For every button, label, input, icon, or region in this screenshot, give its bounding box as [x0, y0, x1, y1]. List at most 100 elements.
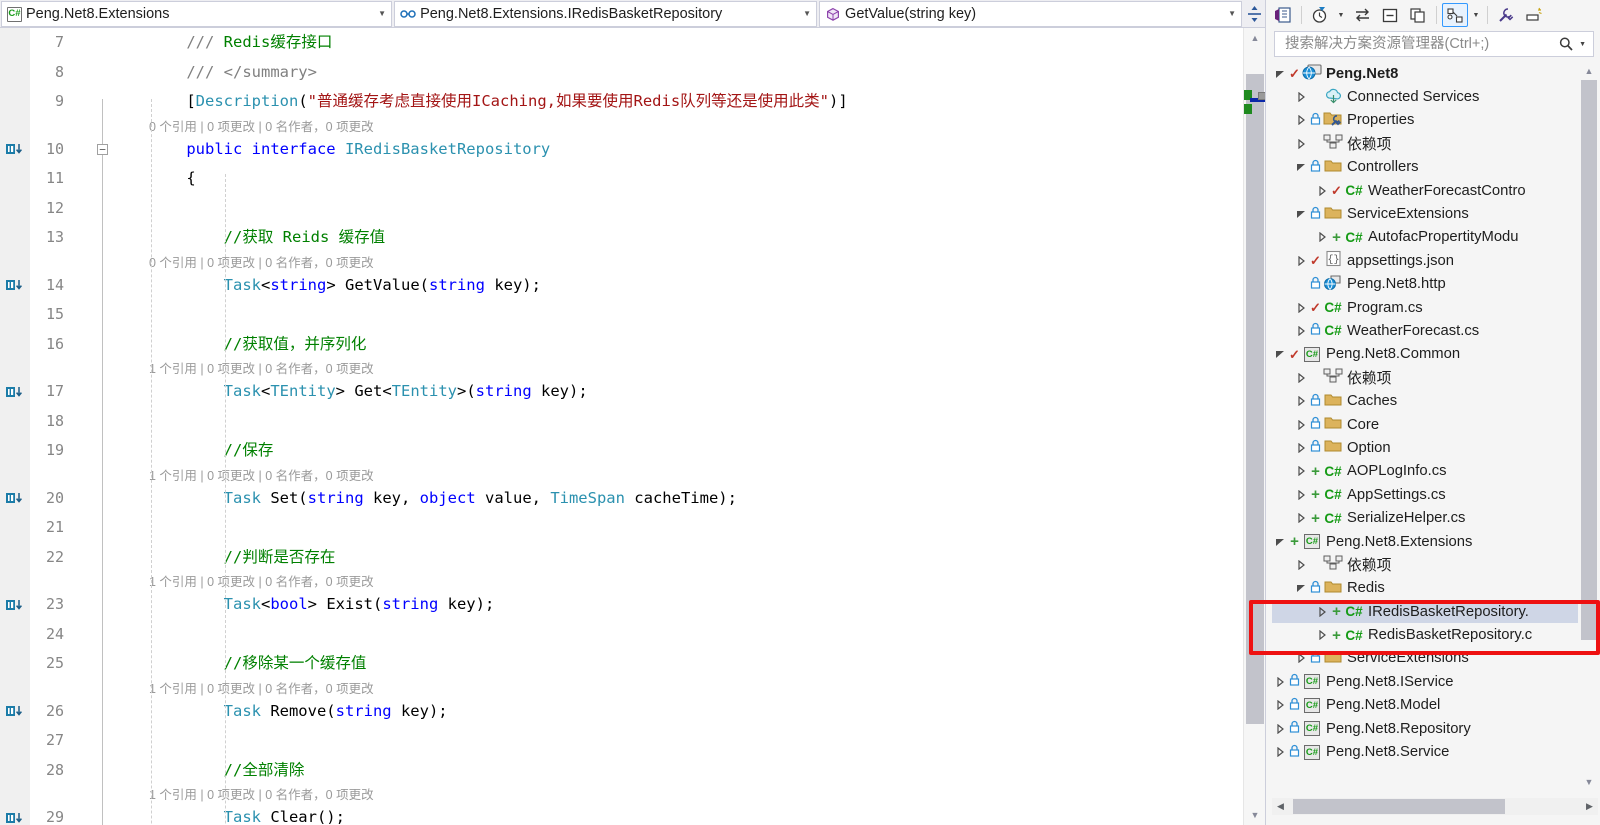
collapse-triangle-icon[interactable]	[1293, 583, 1309, 593]
code-line[interactable]: Task<TEntity> Get<TEntity>(string key);	[149, 377, 588, 407]
chevron-down-icon[interactable]: ▼	[1576, 41, 1589, 48]
code-line[interactable]: Task<string> GetValue(string key);	[149, 271, 541, 301]
tree-item[interactable]: ✓ Peng.Net8	[1272, 62, 1578, 85]
solution-scrollbar-thumb[interactable]	[1581, 80, 1597, 640]
code-text-area[interactable]: /// Redis缓存接口 /// </summary> [Descriptio…	[132, 28, 1265, 825]
code-line[interactable]: Task<bool> Exist(string key);	[149, 590, 495, 620]
code-line[interactable]: Task Remove(string key);	[149, 697, 448, 727]
scroll-up-arrow-icon[interactable]: ▲	[1244, 28, 1266, 48]
tree-item[interactable]: 依赖项	[1272, 132, 1578, 155]
pending-changes-clock-icon[interactable]	[1307, 3, 1333, 27]
codelens-indicator[interactable]: 1 个引用 | 0 项更改 | 0 名作者，0 项更改	[149, 680, 374, 698]
view-class-diagram-icon[interactable]	[1442, 3, 1468, 27]
tree-item[interactable]: 依赖项	[1272, 366, 1578, 389]
tree-item[interactable]: ✓ {} appsettings.json	[1272, 249, 1578, 272]
collapse-triangle-icon[interactable]	[1272, 537, 1288, 547]
tree-item[interactable]: C# WeatherForecast.cs	[1272, 319, 1578, 342]
codelens-indicator[interactable]: 1 个引用 | 0 项更改 | 0 名作者，0 项更改	[149, 467, 374, 485]
tree-item[interactable]: Peng.Net8.http	[1272, 273, 1578, 296]
tree-item[interactable]: Properties	[1272, 109, 1578, 132]
code-line[interactable]: Task Clear();	[149, 803, 345, 825]
chevron-down-icon[interactable]: ▼	[1470, 3, 1482, 27]
outlining-margin[interactable]: −	[72, 28, 132, 825]
collapse-triangle-icon[interactable]	[1272, 349, 1288, 359]
code-line[interactable]: /// </summary>	[149, 58, 317, 88]
tree-item[interactable]: + C# IRedisBasketRepository.	[1272, 599, 1578, 624]
expand-triangle-icon[interactable]	[1293, 559, 1309, 570]
inheritance-margin-icon[interactable]	[6, 811, 25, 825]
code-line[interactable]: public interface IRedisBasketRepository	[149, 135, 550, 165]
collapse-triangle-icon[interactable]	[1293, 162, 1309, 172]
expand-triangle-icon[interactable]	[1314, 630, 1330, 641]
expand-triangle-icon[interactable]	[1272, 676, 1288, 687]
tree-item[interactable]: ✓ C# WeatherForecastContro	[1272, 179, 1578, 202]
codelens-indicator[interactable]: 0 个引用 | 0 项更改 | 0 名作者，0 项更改	[149, 254, 374, 272]
scroll-up-arrow-icon[interactable]: ▲	[1580, 62, 1598, 80]
h-scrollbar-thumb[interactable]	[1293, 799, 1505, 814]
expand-triangle-icon[interactable]	[1293, 513, 1309, 524]
code-line[interactable]: //全部清除	[149, 756, 305, 786]
h-scroll-track[interactable]	[1289, 798, 1581, 815]
tree-item[interactable]: Controllers	[1272, 156, 1578, 179]
inheritance-margin-icon[interactable]	[6, 598, 25, 612]
collapse-triangle-icon[interactable]	[1293, 209, 1309, 219]
solution-explorer-horizontal-scrollbar[interactable]: ◀ ▶	[1272, 798, 1598, 815]
expand-triangle-icon[interactable]	[1293, 115, 1309, 126]
expand-triangle-icon[interactable]	[1293, 653, 1309, 664]
collapse-triangle-icon[interactable]	[1272, 69, 1288, 79]
tree-item[interactable]: Connected Services	[1272, 85, 1578, 108]
tree-item[interactable]: + C# AppSettings.cs	[1272, 483, 1578, 506]
editor-scrollbar-thumb[interactable]	[1246, 74, 1264, 724]
expand-triangle-icon[interactable]	[1272, 700, 1288, 711]
code-line[interactable]: //获取值，并序列化	[149, 330, 367, 360]
tree-item[interactable]: 依赖项	[1272, 553, 1578, 576]
preview-selected-items-icon[interactable]	[1521, 3, 1547, 27]
expand-triangle-icon[interactable]	[1272, 747, 1288, 758]
expand-triangle-icon[interactable]	[1293, 255, 1309, 266]
tree-item[interactable]: C# Peng.Net8.IService	[1272, 670, 1578, 693]
expand-triangle-icon[interactable]	[1293, 442, 1309, 453]
scroll-down-arrow-icon[interactable]: ▼	[1244, 805, 1266, 825]
tree-item[interactable]: Option	[1272, 436, 1578, 459]
expand-triangle-icon[interactable]	[1293, 325, 1309, 336]
code-line[interactable]: //判断是否存在	[149, 543, 336, 573]
chevron-down-icon[interactable]: ▼	[1335, 3, 1347, 27]
tree-item[interactable]: ServiceExtensions	[1272, 647, 1578, 670]
inheritance-margin-icon[interactable]	[6, 143, 25, 157]
expand-triangle-icon[interactable]	[1314, 185, 1330, 196]
codelens-indicator[interactable]: 1 个引用 | 0 项更改 | 0 名作者，0 项更改	[149, 786, 374, 804]
code-line[interactable]: {	[149, 164, 195, 194]
tree-item[interactable]: ✓ C# Peng.Net8.Common	[1272, 343, 1578, 366]
tree-item[interactable]: C# Peng.Net8.Model	[1272, 694, 1578, 717]
expand-triangle-icon[interactable]	[1293, 92, 1309, 103]
scroll-down-arrow-icon[interactable]: ▼	[1580, 773, 1598, 791]
code-line[interactable]: //获取 Reids 缓存值	[149, 223, 386, 253]
home-view-icon[interactable]	[1270, 3, 1296, 27]
code-line[interactable]: Task Set(string key, object value, TimeS…	[149, 484, 737, 514]
expand-triangle-icon[interactable]	[1293, 302, 1309, 313]
expand-triangle-icon[interactable]	[1293, 372, 1309, 383]
member-dropdown[interactable]: GetValue(string key) ▼	[819, 1, 1243, 27]
editor-vertical-scrollbar[interactable]: ▲ ▼	[1243, 28, 1268, 825]
expand-triangle-icon[interactable]	[1293, 138, 1309, 149]
inheritance-margin-icon[interactable]	[6, 705, 25, 719]
tree-item[interactable]: Caches	[1272, 389, 1578, 412]
tree-item[interactable]: + C# Peng.Net8.Extensions	[1272, 530, 1578, 553]
tree-item[interactable]: + C# AutofacPropertityModu	[1272, 226, 1578, 249]
expand-triangle-icon[interactable]	[1293, 489, 1309, 500]
inheritance-margin-icon[interactable]	[6, 492, 25, 506]
tree-item[interactable]: C# Peng.Net8.Repository	[1272, 717, 1578, 740]
tree-item[interactable]: C# Peng.Net8.Service	[1272, 740, 1578, 763]
type-dropdown[interactable]: Peng.Net8.Extensions.IRedisBasketReposit…	[394, 1, 818, 27]
expand-triangle-icon[interactable]	[1272, 723, 1288, 734]
tree-item[interactable]: + C# SerializeHelper.cs	[1272, 506, 1578, 529]
search-input[interactable]	[1283, 35, 1557, 53]
show-all-files-icon[interactable]	[1405, 3, 1431, 27]
code-line[interactable]: [Description("普通缓存考虑直接使用ICaching,如果要使用Re…	[149, 87, 847, 117]
code-surface[interactable]: 7 8 9 10 11 12 13 14 15 16 17 18 19 20 21 22 23 24 25 26 27 2…	[0, 28, 1265, 825]
expand-triangle-icon[interactable]	[1314, 232, 1330, 243]
collapse-region-icon[interactable]: −	[97, 143, 108, 155]
expand-triangle-icon[interactable]	[1293, 466, 1309, 477]
solution-explorer-search-box[interactable]: ▼	[1274, 31, 1594, 57]
code-line[interactable]: //保存	[149, 436, 274, 466]
